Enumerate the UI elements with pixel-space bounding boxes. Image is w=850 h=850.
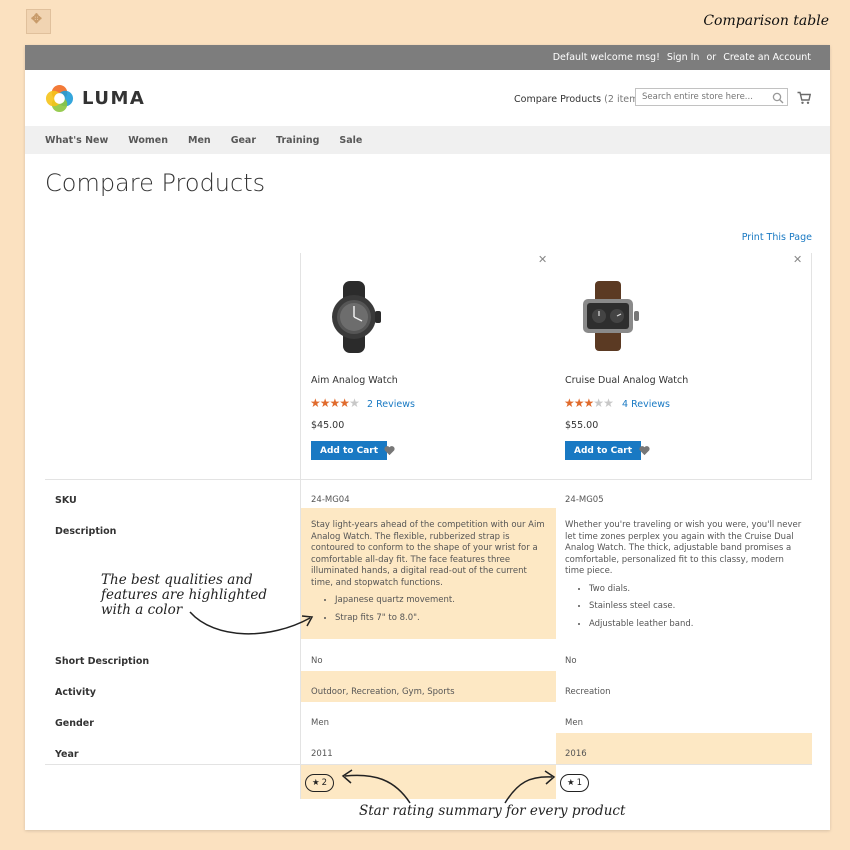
row-label-short-description: Short Description (55, 656, 150, 667)
sign-in-link[interactable]: Sign In (667, 52, 700, 63)
star-filled-icon: ★ (319, 396, 331, 410)
product-1-feature: Strap fits 7" to 8.0". (335, 613, 551, 625)
nav-item-whats-new[interactable]: What's New (45, 135, 108, 146)
main-nav: What's New Women Men Gear Training Sale (25, 126, 830, 154)
top-caption: Comparison table (703, 13, 829, 29)
product-2-star-summary-badge: ★ 1 (560, 774, 589, 792)
compare-products-link[interactable]: Compare Products (2 items) (514, 94, 647, 105)
star-empty-icon: ★ (603, 396, 614, 410)
row-label-sku: SKU (55, 495, 77, 506)
create-account-link[interactable]: Create an Account (723, 52, 811, 63)
product-1-gender: Men (311, 718, 329, 728)
product-2-rating-stars: ★★★★★ (564, 396, 614, 410)
product-2-reviews-link[interactable]: 4 Reviews (622, 399, 670, 410)
nav-item-women[interactable]: Women (128, 135, 168, 146)
product-1-star-summary-badge: ★ 2 (305, 774, 334, 792)
product-1-feature-list: Japanese quartz movement. Strap fits 7" … (311, 595, 551, 624)
product-1-reviews-link[interactable]: 2 Reviews (367, 399, 415, 410)
star-filled-icon: ★ (310, 396, 321, 410)
product-1-name[interactable]: Aim Analog Watch (311, 375, 398, 386)
product-1-rating-stars: ★★★★★ (310, 396, 360, 410)
product-2-feature: Stainless steel case. (589, 601, 805, 613)
product-2-star-count: 1 (576, 778, 583, 788)
product-1-feature: Japanese quartz movement. (335, 595, 551, 607)
product-1-short-description: No (311, 656, 323, 666)
product-2-gender: Men (565, 718, 583, 728)
highlight-year-2 (556, 733, 812, 764)
product-2-activity: Recreation (565, 687, 611, 697)
compare-label: Compare Products (514, 94, 602, 105)
product-2-sku: 24-MG05 (565, 495, 604, 505)
column-divider-right (811, 253, 812, 479)
star-icon: ★ (566, 778, 575, 788)
star-filled-icon: ★ (573, 396, 585, 410)
welcome-message: Default welcome msg! (552, 52, 660, 63)
browser-window: Default welcome msg! Sign In or Create a… (25, 45, 830, 830)
product-1-star-count: 2 (321, 778, 328, 788)
cart-icon[interactable] (797, 91, 811, 105)
nav-item-gear[interactable]: Gear (231, 135, 256, 146)
product-2-name[interactable]: Cruise Dual Analog Watch (565, 375, 688, 386)
header-row-divider (45, 479, 812, 480)
search-icon[interactable] (772, 92, 784, 104)
product-1-wishlist-heart-icon[interactable] (384, 445, 395, 456)
product-2-feature: Adjustable leather band. (589, 619, 805, 631)
star-filled-icon: ★ (329, 396, 341, 410)
product-2-description-text: Whether you're traveling or wish you wer… (565, 520, 802, 576)
product-1-description: Stay light-years ahead of the competitio… (311, 520, 551, 630)
product-1-sku: 24-MG04 (311, 495, 350, 505)
product-2-image[interactable] (577, 281, 643, 351)
product-1-image[interactable] (323, 281, 387, 353)
product-2-feature: Two dials. (589, 584, 805, 596)
highlight-annotation: The best qualities and features are high… (101, 572, 267, 618)
row-label-year: Year (55, 749, 79, 760)
highlight-rating-1 (300, 764, 556, 799)
product-2-price: $55.00 (565, 420, 599, 431)
brand-name: LUMA (82, 88, 146, 109)
or-text: or (706, 52, 717, 63)
row-label-gender: Gender (55, 718, 94, 729)
nav-item-men[interactable]: Men (188, 135, 211, 146)
corner-logo: ✥ (26, 9, 51, 34)
search-input[interactable] (635, 88, 788, 106)
remove-product-2-icon[interactable]: ✕ (793, 253, 802, 266)
star-filled-icon: ★ (339, 396, 350, 410)
page-title: Compare Products (45, 169, 266, 197)
nav-item-training[interactable]: Training (276, 135, 319, 146)
product-2-description: Whether you're traveling or wish you wer… (565, 520, 805, 636)
site-header: LUMA Compare Products (2 items) (25, 70, 830, 126)
logo[interactable]: LUMA (45, 84, 145, 113)
product-2-feature-list: Two dials. Stainless steel case. Adjusta… (565, 584, 805, 631)
star-annotation: Star rating summary for every product (359, 803, 626, 819)
remove-product-1-icon[interactable]: ✕ (538, 253, 547, 266)
product-1-add-to-cart-button[interactable]: Add to Cart (311, 441, 388, 460)
star-filled-icon: ★ (583, 396, 595, 410)
footer-row-divider (45, 764, 812, 765)
panel-header: Default welcome msg! Sign In or Create a… (25, 45, 830, 70)
print-page-link[interactable]: Print This Page (742, 232, 812, 243)
star-filled-icon: ★ (564, 396, 575, 410)
star-empty-icon: ★ (593, 396, 604, 410)
product-2-wishlist-heart-icon[interactable] (639, 445, 650, 456)
product-1-year: 2011 (311, 749, 333, 759)
row-label-activity: Activity (55, 687, 96, 698)
column-divider-1 (300, 253, 301, 799)
product-2-short-description: No (565, 656, 577, 666)
row-label-description: Description (55, 526, 117, 537)
luma-logo-icon (45, 84, 74, 113)
product-2-year: 2016 (565, 749, 587, 759)
product-1-description-text: Stay light-years ahead of the competitio… (311, 520, 545, 588)
product-2-add-to-cart-button[interactable]: Add to Cart (565, 441, 642, 460)
product-1-activity: Outdoor, Recreation, Gym, Sports (311, 687, 455, 697)
nav-item-sale[interactable]: Sale (339, 135, 362, 146)
star-empty-icon: ★ (349, 396, 360, 410)
product-1-price: $45.00 (311, 420, 345, 431)
star-icon: ★ (311, 778, 320, 788)
